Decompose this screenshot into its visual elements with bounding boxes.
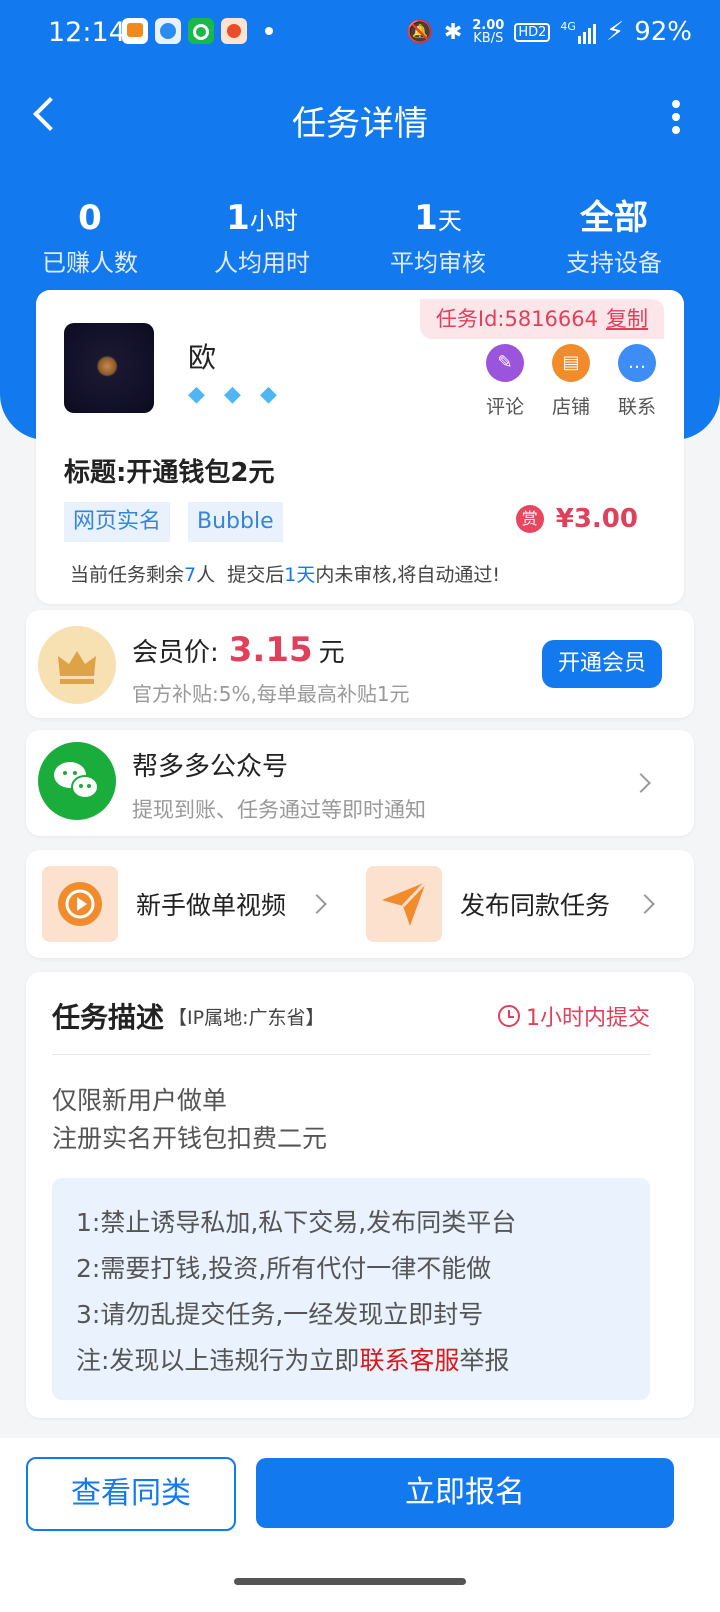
chat-icon[interactable]: …	[618, 344, 656, 382]
rule-item: 3:请勿乱提交任务,一经发现立即封号	[76, 1300, 484, 1329]
stat-devices: 全部 支持设备	[566, 198, 662, 277]
open-vip-button[interactable]: 开通会员	[542, 640, 662, 688]
task-id-tag: 任务Id:5816664 复制	[419, 299, 664, 339]
reward: 赏 ¥3.00	[515, 504, 638, 534]
signal-icon: 4G	[560, 20, 596, 44]
apply-now-button[interactable]: 立即报名	[256, 1458, 674, 1528]
battery-level: 92%	[634, 17, 692, 47]
app-dog-icon	[221, 18, 247, 44]
comment-label[interactable]: 评论	[475, 392, 535, 419]
crown-icon	[38, 626, 116, 704]
rule-item: 2:需要打钱,投资,所有代付一律不能做	[76, 1254, 492, 1283]
contact-label[interactable]: 联系	[607, 392, 667, 419]
status-time: 12:14	[48, 17, 126, 48]
stat-earned-count: 0 已赚人数	[42, 198, 138, 277]
vip-price-value: 3.15	[228, 630, 313, 670]
page-title: 任务详情	[292, 104, 428, 144]
chevron-right-icon	[635, 894, 655, 914]
app-58-icon	[122, 18, 148, 44]
tutorial-video-label: 新手做单视频	[136, 891, 287, 920]
app-green-icon	[188, 18, 214, 44]
chevron-right-icon	[307, 894, 327, 914]
view-similar-button[interactable]: 查看同类	[26, 1457, 236, 1531]
play-icon	[42, 866, 118, 942]
diamond-icon: ◆	[224, 382, 241, 407]
comment-icon[interactable]: ✎	[486, 344, 524, 382]
diamond-icon: ◆	[188, 382, 205, 407]
diamond-icon: ◆	[260, 382, 277, 407]
rules-list: 1:禁止诱导私加,私下交易,发布同类平台 2:需要打钱,投资,所有代付一律不能做…	[76, 1200, 516, 1384]
divider	[52, 1054, 650, 1055]
task-remaining: 当前任务剩余7人 提交后1天内未审核,将自动通过!	[70, 564, 500, 586]
reward-amount: ¥3.00	[555, 504, 638, 534]
wechat-subtitle: 提现到账、任务通过等即时通知	[132, 798, 426, 822]
vip-subsidy: 官方补贴:5%,每单最高补贴1元	[132, 682, 410, 706]
task-tag: 网页实名	[64, 502, 171, 542]
copy-id-link[interactable]: 复制	[606, 307, 648, 331]
description-header: 任务描述 【IP属地:广东省】	[52, 996, 324, 1036]
wechat-title: 帮多多公众号	[132, 752, 289, 782]
rule-note: 注:发现以上违规行为立即联系客服举报	[76, 1346, 510, 1375]
status-indicators: 🔕 ✱ 2.00 KB/S HD2 4G ⚡ 92%	[406, 17, 692, 47]
clock-icon	[498, 1005, 520, 1027]
net-unit: KB/S	[473, 31, 504, 46]
reward-badge-icon: 赏	[515, 505, 544, 533]
charging-icon: ⚡	[605, 17, 625, 47]
stat-avg-time: 1小时 人均用时	[214, 198, 310, 277]
notification-dot-icon	[265, 27, 273, 35]
vip-price: 会员价: 3.15 元	[132, 630, 345, 670]
deadline: 1小时内提交	[498, 1000, 650, 1032]
mute-icon: 🔕	[406, 19, 434, 45]
description-text: 仅限新用户做单 注册实名开钱包扣费二元	[52, 1086, 328, 1153]
paper-plane-icon	[366, 866, 442, 942]
task-tag: Bubble	[188, 502, 283, 542]
home-indicator[interactable]	[234, 1578, 466, 1585]
publisher-name: 欧	[188, 341, 217, 374]
wechat-icon	[38, 742, 116, 820]
publish-similar-label: 发布同款任务	[460, 891, 611, 920]
tutorial-video-button[interactable]: 新手做单视频	[42, 866, 342, 942]
status-bar: 12:14 🔕 ✱ 2.00 KB/S HD2 4G ⚡ 92%	[0, 0, 720, 66]
rule-item: 1:禁止诱导私加,私下交易,发布同类平台	[76, 1208, 517, 1237]
task-title: 标题:开通钱包2元	[64, 458, 275, 488]
stat-avg-review: 1天 平均审核	[390, 198, 486, 277]
shop-icon[interactable]: ▤	[552, 344, 590, 382]
contact-service-link[interactable]: 联系客服	[359, 1346, 459, 1375]
publish-similar-button[interactable]: 发布同款任务	[366, 866, 676, 942]
description-title: 任务描述	[52, 1001, 165, 1034]
hd-badge: HD2	[514, 22, 551, 42]
publisher-avatar[interactable]	[64, 323, 154, 413]
shop-label[interactable]: 店铺	[541, 392, 601, 419]
ip-location: 【IP属地:广东省】	[168, 1006, 325, 1029]
bluetooth-icon: ✱	[443, 19, 463, 45]
app-blue-icon	[155, 18, 181, 44]
more-options-icon[interactable]	[672, 100, 680, 139]
